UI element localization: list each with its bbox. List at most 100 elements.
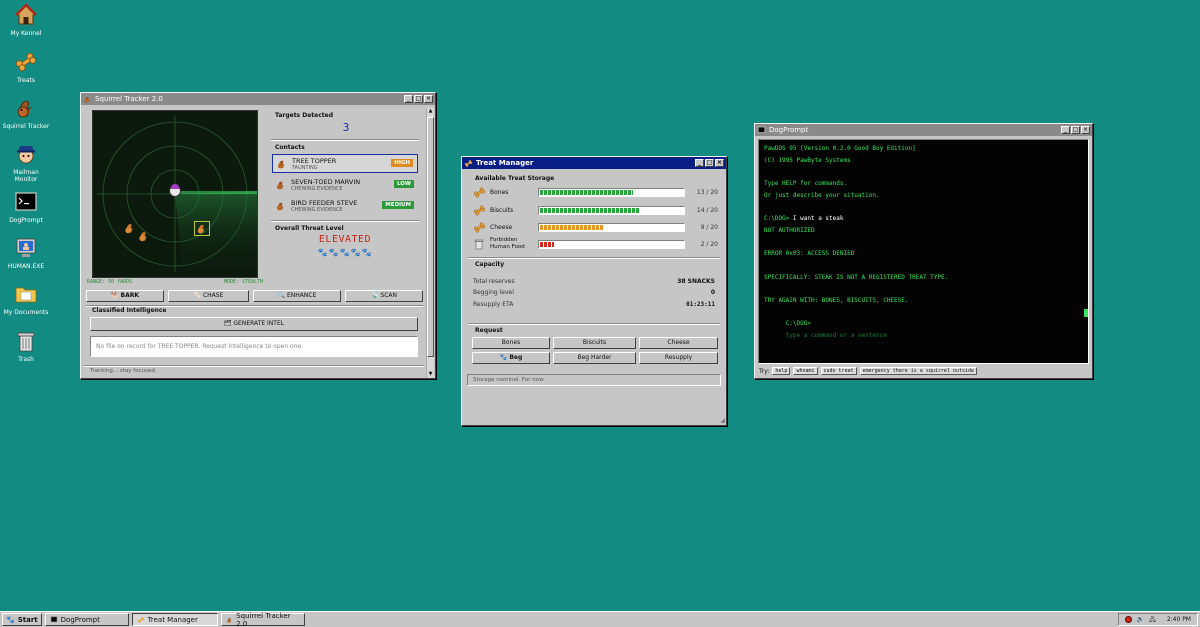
contact-row[interactable]: BIRD FEEDER STEVE CHEWING EVIDENCE MEDIU… [272,197,418,216]
minimize-button[interactable]: _ [695,159,704,167]
begging-level-value: 0 [710,289,715,296]
terminal-line: PawDOS 95 [Version 0.2.0 Good Boy Editio… [764,145,916,152]
desktop-icon-dogprompt[interactable]: DogPrompt [2,190,50,224]
threat-paw-meter: 🐾🐾🐾🐾🐾 [317,248,373,257]
dogprompt-window: DogPrompt _ □ × PawDOS 95 [Version 0.2.0… [754,123,1093,379]
intel-label: Classified Intelligence [92,307,167,314]
dogprompt-titlebar[interactable]: DogPrompt _ □ × [755,124,1092,136]
scan-button[interactable]: 📡 SCAN [345,290,423,302]
beg-button[interactable]: 🐾 Beg [472,352,550,364]
treat-count: 14 / 20 [696,207,718,214]
dog-position-marker [169,184,181,197]
taskbar-item-treat-manager[interactable]: Treat Manager [131,613,218,626]
squirrel-icon [277,181,284,190]
treat-manager-titlebar[interactable]: Treat Manager _ □ × [462,157,726,169]
contact-row[interactable]: SEVEN-TOED MARVIN CHEWING EVIDENCE LOW [272,176,418,195]
bone-icon [464,159,473,167]
treat-level-bar [538,223,685,232]
resupply-button[interactable]: Resupply [639,352,718,364]
terminal-prompt: C:\DOG> [764,215,790,223]
suggestion-chip[interactable]: help [772,367,791,375]
squirrel-blip-icon[interactable] [137,229,151,243]
squirrel-tracker-titlebar[interactable]: Squirrel Tracker 2.0 _ □ × [81,93,435,105]
treat-name: Forbidden Human Food [490,237,525,251]
suggestion-chip[interactable]: emergency there is a squirrel outside [859,367,977,375]
request-label: Request [475,327,503,334]
beg-harder-button[interactable]: Beg Harder [553,352,636,364]
request-bones-button[interactable]: Bones [472,337,550,349]
resize-grip[interactable]: ◢ [720,417,725,424]
clock[interactable]: 2:40 PM [1167,616,1191,623]
taskbar-item-dogprompt[interactable]: DogPrompt [44,613,129,626]
radar-mode-label: MODE: STEALTH [224,279,264,285]
mailman-icon [17,146,35,164]
desktop-icon-label: Trash [18,356,34,363]
chase-button[interactable]: 🦴 CHASE [168,290,249,302]
contact-status: TAUNTING [292,165,318,171]
desktop-icon-label: Treats [17,77,35,84]
maximize-button[interactable]: □ [414,95,423,103]
close-button[interactable]: × [424,95,433,103]
taskbar-item-label: DogPrompt [60,615,100,624]
suggestion-chip[interactable]: sudo treat [820,367,857,375]
targets-count: 3 [342,121,350,134]
generate-intel-button[interactable]: 🗂 GENERATE INTEL [90,317,418,331]
terminal-icon [15,192,37,211]
treat-storage-row: Biscuits 14 / 20 [473,204,718,218]
desktop-icon-human-exe[interactable]: HUMAN.EXE [2,236,50,270]
scan-label: SCAN [380,292,397,299]
treat-storage-row: Forbidden Human Food 2 / 20 [473,237,718,252]
minimize-button[interactable]: _ [404,95,413,103]
squirrel-tracker-window: Squirrel Tracker 2.0 _ □ × RANGE: 50 YAR… [80,92,436,379]
terminal-input[interactable]: type a command or a sentence [786,332,887,339]
squirrel-icon [84,96,90,103]
treat-name-line: Human Food [490,244,525,250]
try-label: Try: [759,367,770,375]
terminal-screen[interactable]: PawDOS 95 [Version 0.2.0 Good Boy Editio… [758,139,1089,364]
radar-range-label: RANGE: 50 YARDS [87,279,133,285]
enhance-button[interactable]: 🔍 ENHANCE [253,290,341,302]
maximize-button[interactable]: □ [1071,126,1080,134]
desktop-icon-my-documents[interactable]: My Documents [2,282,50,316]
terminal-line: (C) 1995 PawByte Systems [764,156,851,164]
terminal-input-line[interactable]: C:\DOG> type a command or a sentence [764,307,1088,339]
no-entry-icon[interactable] [1124,616,1132,623]
vertical-scrollbar[interactable]: ▲ ▼ [426,108,434,378]
status-bar: Tracking... stay focused. [90,368,157,374]
close-button[interactable]: × [715,159,724,167]
bone-icon [15,52,37,72]
desktop-icon-mailman-monitor[interactable]: Mailman Monitor [2,142,50,183]
request-cheese-button[interactable]: Cheese [639,337,718,349]
terminal-prompt: C:\DOG> [785,320,811,328]
desktop-icon-squirrel-tracker[interactable]: Squirrel Tracker [2,96,50,130]
resupply-eta-value: 01:23:11 [686,301,715,308]
contacts-label: Contacts [275,144,305,151]
radar-display [92,110,258,278]
start-button[interactable]: 🐾 Start [2,613,42,626]
capacity-label: Capacity [475,261,505,268]
squirrel-blip-icon[interactable] [123,221,137,235]
contact-name: TREE TOPPER [292,157,337,165]
contact-row[interactable]: TREE TOPPER TAUNTING HIGH [272,154,418,173]
maximize-button[interactable]: □ [705,159,714,167]
close-button[interactable]: × [1081,126,1090,134]
treat-level-fill [540,225,604,230]
window-title: Treat Manager [476,159,534,167]
bone-icon [137,616,144,623]
desktop-icon-trash[interactable]: Trash [2,329,50,363]
network-icon[interactable]: 🖧 [1149,615,1156,625]
desktop-icon-my-kennel[interactable]: My Kennel [2,3,50,37]
minimize-button[interactable]: _ [1061,126,1070,134]
treat-count: 13 / 20 [696,189,718,196]
suggestion-chip[interactable]: whoami [793,367,818,375]
taskbar-item-squirrel-tracker[interactable]: Squirrel Tracker 2.0 [220,612,305,627]
beg-label: Beg [509,354,523,361]
bark-button[interactable]: 🐕 BARK [86,290,164,302]
selected-target-box[interactable] [194,221,210,236]
speaker-icon[interactable]: 🔊 [1137,616,1144,623]
desktop-icon-treats[interactable]: Treats [2,50,50,84]
targets-label: Targets Detected [275,112,333,119]
request-biscuits-button[interactable]: Biscuits [553,337,636,349]
